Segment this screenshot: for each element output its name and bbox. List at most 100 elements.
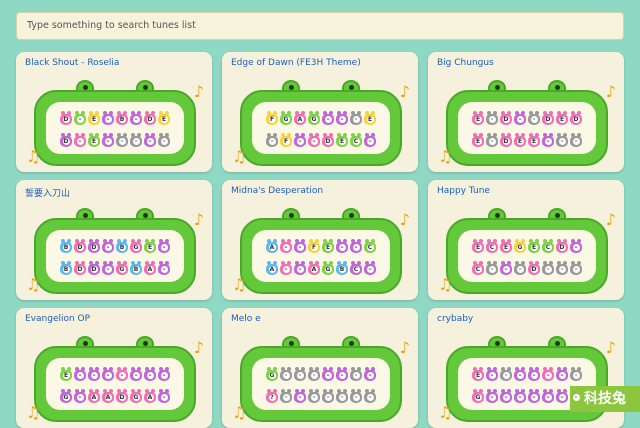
frog-note-icon[interactable]: · (486, 111, 498, 125)
frog-note-icon[interactable]: G (514, 239, 526, 253)
frog-note-icon[interactable]: · (570, 261, 582, 275)
frog-note-icon[interactable]: · (514, 261, 526, 275)
frog-note-icon[interactable]: – (570, 239, 582, 253)
frog-note-icon[interactable]: – (102, 111, 114, 125)
frog-note-icon[interactable]: · (556, 133, 568, 147)
frog-note-icon[interactable]: E (528, 239, 540, 253)
frog-note-icon[interactable]: A (294, 111, 306, 125)
tune-title[interactable]: Edge of Dawn (FE3H Theme) (231, 58, 361, 68)
frog-note-icon[interactable]: – (102, 261, 114, 275)
frog-note-icon[interactable]: – (486, 367, 498, 381)
tune-card[interactable]: Edge of Dawn (FE3H Theme) F G A G – – · E · F – – D E C… (222, 52, 418, 172)
frog-note-icon[interactable]: D (88, 261, 100, 275)
frog-note-icon[interactable]: G (60, 389, 72, 403)
frog-note-icon[interactable]: E (60, 367, 72, 381)
frog-note-icon[interactable]: · (350, 111, 362, 125)
frog-note-icon[interactable]: C (542, 239, 554, 253)
frog-note-icon[interactable]: A (144, 389, 156, 403)
frog-note-icon[interactable]: E (364, 111, 376, 125)
tune-card[interactable]: Big Chungus E · D – · D E D E · D E E – · · ♫ ♪ (428, 52, 624, 172)
frog-note-icon[interactable]: F (266, 111, 278, 125)
frog-note-icon[interactable]: · (116, 133, 128, 147)
frog-note-icon[interactable]: C (364, 239, 376, 253)
frog-note-icon[interactable]: E (88, 133, 100, 147)
frog-note-icon[interactable]: · (158, 133, 170, 147)
frog-note-icon[interactable]: D (144, 111, 156, 125)
tune-title[interactable]: Evangelion OP (25, 314, 90, 324)
frog-note-icon[interactable]: · (486, 133, 498, 147)
frog-note-icon[interactable]: – (294, 239, 306, 253)
frog-note-icon[interactable]: G (280, 111, 292, 125)
tune-card[interactable]: Melo e G · · · – – · –? · – · · · · · ♫ ♪ (222, 308, 418, 428)
frog-note-icon[interactable]: D (570, 111, 582, 125)
frog-note-icon[interactable]: – (158, 239, 170, 253)
frog-note-icon[interactable]: B (116, 111, 128, 125)
frog-note-icon[interactable]: E (336, 133, 348, 147)
frog-note-icon[interactable]: B (60, 261, 72, 275)
frog-note-icon[interactable]: E (472, 111, 484, 125)
tune-title[interactable]: crybaby (437, 314, 473, 324)
frog-note-icon[interactable]: · (266, 133, 278, 147)
frog-note-icon[interactable]: F (308, 239, 320, 253)
frog-note-icon[interactable]: E (528, 133, 540, 147)
frog-note-icon[interactable]: – (294, 261, 306, 275)
frog-note-icon[interactable]: – (116, 367, 128, 381)
frog-note-icon[interactable]: E (556, 111, 568, 125)
frog-note-icon[interactable]: E (472, 133, 484, 147)
frog-note-icon[interactable]: E (472, 367, 484, 381)
frog-note-icon[interactable]: D (556, 239, 568, 253)
frog-note-icon[interactable]: G (130, 389, 142, 403)
frog-note-icon[interactable]: A (266, 261, 278, 275)
tune-title[interactable]: Happy Tune (437, 186, 490, 196)
frog-note-icon[interactable]: C (486, 239, 498, 253)
frog-note-icon[interactable]: – (542, 133, 554, 147)
frog-note-icon[interactable]: – (74, 133, 86, 147)
frog-note-icon[interactable]: – (528, 367, 540, 381)
frog-note-icon[interactable]: G (308, 111, 320, 125)
frog-note-icon[interactable]: G (116, 261, 128, 275)
frog-note-icon[interactable]: G (322, 261, 334, 275)
frog-note-icon[interactable]: – (542, 367, 554, 381)
frog-note-icon[interactable]: · (322, 389, 334, 403)
frog-note-icon[interactable]: – (158, 389, 170, 403)
frog-note-icon[interactable]: F (280, 133, 292, 147)
tune-card[interactable]: Happy Tune E C E G E C D – C · – · D · · · ♫ ♪ (428, 180, 624, 300)
frog-note-icon[interactable]: – (294, 389, 306, 403)
frog-note-icon[interactable]: – (364, 133, 376, 147)
frog-note-icon[interactable]: – (102, 367, 114, 381)
frog-note-icon[interactable]: D (500, 111, 512, 125)
frog-note-icon[interactable]: – (144, 367, 156, 381)
frog-note-icon[interactable]: D (60, 133, 72, 147)
frog-note-icon[interactable]: – (144, 133, 156, 147)
frog-note-icon[interactable]: · (364, 389, 376, 403)
frog-note-icon[interactable]: E (88, 111, 100, 125)
frog-note-icon[interactable]: A (144, 261, 156, 275)
frog-note-icon[interactable]: – (74, 367, 86, 381)
frog-note-icon[interactable]: – (322, 367, 334, 381)
frog-note-icon[interactable]: – (336, 111, 348, 125)
frog-note-icon[interactable]: C (350, 261, 362, 275)
frog-note-icon[interactable]: – (88, 367, 100, 381)
frog-note-icon[interactable]: – (364, 367, 376, 381)
frog-note-icon[interactable]: D (60, 111, 72, 125)
frog-note-icon[interactable]: A (308, 261, 320, 275)
frog-note-icon[interactable]: · (336, 389, 348, 403)
frog-note-icon[interactable]: E (158, 111, 170, 125)
frog-note-icon[interactable]: E (322, 239, 334, 253)
frog-note-icon[interactable]: · (570, 133, 582, 147)
frog-note-icon[interactable]: G (130, 239, 142, 253)
frog-note-icon[interactable]: C (350, 133, 362, 147)
tune-title[interactable]: Midna's Desperation (231, 186, 323, 196)
frog-note-icon[interactable]: – (158, 367, 170, 381)
tune-card[interactable]: Midna's Desperation A – – F E – – C A – – A G B C – ♫ ♪ (222, 180, 418, 300)
frog-note-icon[interactable]: · (294, 367, 306, 381)
tune-card[interactable]: 誓要入刀山 B D D – B G E – B D D – G B A – ♫ ♪ (16, 180, 212, 300)
frog-note-icon[interactable]: – (280, 261, 292, 275)
frog-note-icon[interactable]: – (336, 367, 348, 381)
frog-note-icon[interactable]: – (528, 389, 540, 403)
frog-note-icon[interactable]: E (514, 133, 526, 147)
frog-note-icon[interactable]: – (130, 111, 142, 125)
tune-title[interactable]: Big Chungus (437, 58, 494, 68)
frog-note-icon[interactable]: A (88, 389, 100, 403)
frog-note-icon[interactable]: – (486, 389, 498, 403)
